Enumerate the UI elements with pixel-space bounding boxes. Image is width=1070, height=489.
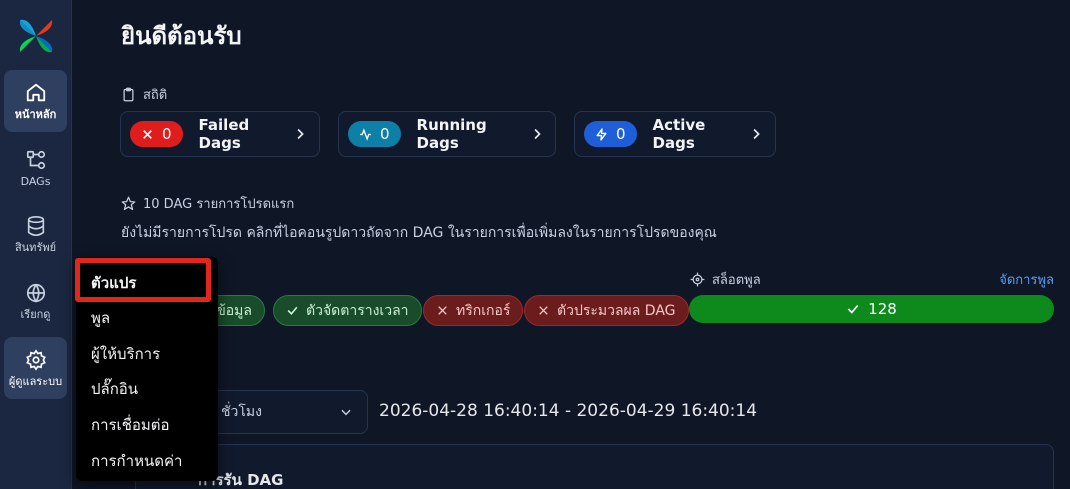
failed-dags-label: Failed Dags xyxy=(198,116,250,152)
health-chip-triggerer: ทริกเกอร์ xyxy=(423,295,524,326)
health-chip-dag-processor: ตัวประมวลผล DAG xyxy=(524,295,689,326)
chevron-right-icon xyxy=(297,128,305,140)
running-dags-card[interactable]: 0 Running Dags xyxy=(338,111,556,157)
pool-heading: สล็อตพูล xyxy=(690,269,761,290)
crosshair-icon xyxy=(690,272,705,287)
menu-item-providers[interactable]: ผู้ให้บริการ xyxy=(91,342,160,366)
running-dags-count: 0 xyxy=(380,125,390,143)
sidebar-item-assets[interactable]: สินทรัพย์ xyxy=(4,203,67,265)
chevron-down-icon xyxy=(341,409,351,416)
active-dags-count: 0 xyxy=(616,125,626,143)
lightning-icon xyxy=(596,127,607,141)
close-icon xyxy=(438,306,447,315)
manage-pool-link[interactable]: จัดการพูล xyxy=(999,269,1054,290)
running-dags-badge: 0 xyxy=(348,121,401,147)
menu-item-config[interactable]: การกำหนดค่า xyxy=(91,449,182,473)
menu-item-plugins[interactable]: ปลั๊กอิน xyxy=(91,377,138,401)
check-icon xyxy=(287,306,298,315)
close-icon xyxy=(143,129,152,139)
menu-item-pools[interactable]: พูล xyxy=(91,306,110,330)
failed-dags-count: 0 xyxy=(162,125,172,143)
sidebar-item-label: DAGs xyxy=(20,174,51,188)
favorites-heading-label: 10 DAG รายการโปรดแรก xyxy=(143,197,295,212)
health-chip-label: ตัวประมวลผล DAG xyxy=(557,302,676,319)
globe-icon xyxy=(26,283,45,303)
time-range-select[interactable]: ชั่วโมง xyxy=(200,390,368,434)
pool-heading-label: สล็อตพูล xyxy=(712,273,761,288)
clipboard-icon xyxy=(123,87,134,102)
stats-heading-label: สถิติ xyxy=(143,88,168,103)
close-icon xyxy=(539,306,548,315)
chevron-right-icon xyxy=(753,128,761,140)
menu-item-connections[interactable]: การเชื่อมต่อ xyxy=(91,413,170,437)
pool-slots-bar[interactable]: 128 xyxy=(689,295,1054,323)
failed-dags-badge: 0 xyxy=(130,121,183,147)
time-range-select-value: ชั่วโมง xyxy=(221,404,262,420)
active-dags-card[interactable]: 0 Active Dags xyxy=(574,111,776,157)
page-title: ยินดีต้อนรับ xyxy=(121,22,242,50)
dag-icon xyxy=(26,150,45,169)
sidebar-item-label: สินทรัพย์ xyxy=(14,240,57,254)
time-range-text: 2026-04-28 16:40:14 - 2026-04-29 16:40:1… xyxy=(379,401,758,421)
chevron-right-icon xyxy=(533,128,541,140)
sidebar-item-home[interactable]: หน้าหลัก xyxy=(4,70,67,132)
running-dags-label: Running Dags xyxy=(416,116,487,152)
sidebar-item-label: เรียกดู xyxy=(20,307,51,321)
sidebar: หน้าหลัก DAGs สินทรัพย์ เรียกดู ผู้ดูแลร… xyxy=(0,0,72,489)
database-icon xyxy=(27,215,44,236)
sidebar-item-browse[interactable]: เรียกดู xyxy=(4,270,67,332)
active-dags-label: Active Dags xyxy=(652,116,706,152)
favorites-heading: 10 DAG รายการโปรดแรก xyxy=(121,193,294,214)
failed-dags-card[interactable]: 0 Failed Dags xyxy=(120,111,320,157)
home-icon xyxy=(26,83,45,101)
health-chip-label: ข้อมูล xyxy=(216,302,252,319)
sidebar-item-admin[interactable]: ผู้ดูแลระบบ xyxy=(4,337,67,399)
star-icon xyxy=(121,196,136,211)
pool-open-slots: 128 xyxy=(868,300,897,318)
health-chip-label: ตัวจัดตารางเวลา xyxy=(306,302,409,319)
activity-icon xyxy=(360,127,371,141)
active-dags-badge: 0 xyxy=(584,121,637,147)
check-icon xyxy=(847,304,859,314)
sidebar-item-label: ผู้ดูแลระบบ xyxy=(8,374,63,388)
health-chip-scheduler: ตัวจัดตารางเวลา xyxy=(273,295,422,326)
stats-heading: สถิติ xyxy=(121,84,167,105)
health-chip-label: ทริกเกอร์ xyxy=(456,302,511,319)
sidebar-item-label: หน้าหลัก xyxy=(14,107,57,121)
sidebar-item-dags[interactable]: DAGs xyxy=(4,137,67,199)
airflow-logo[interactable] xyxy=(16,16,56,56)
gear-icon xyxy=(25,348,46,371)
favorites-empty-text: ยังไม่มีรายการโปรด คลิกที่ไอคอนรูปดาวถัด… xyxy=(121,225,717,241)
highlight-box xyxy=(75,258,211,302)
